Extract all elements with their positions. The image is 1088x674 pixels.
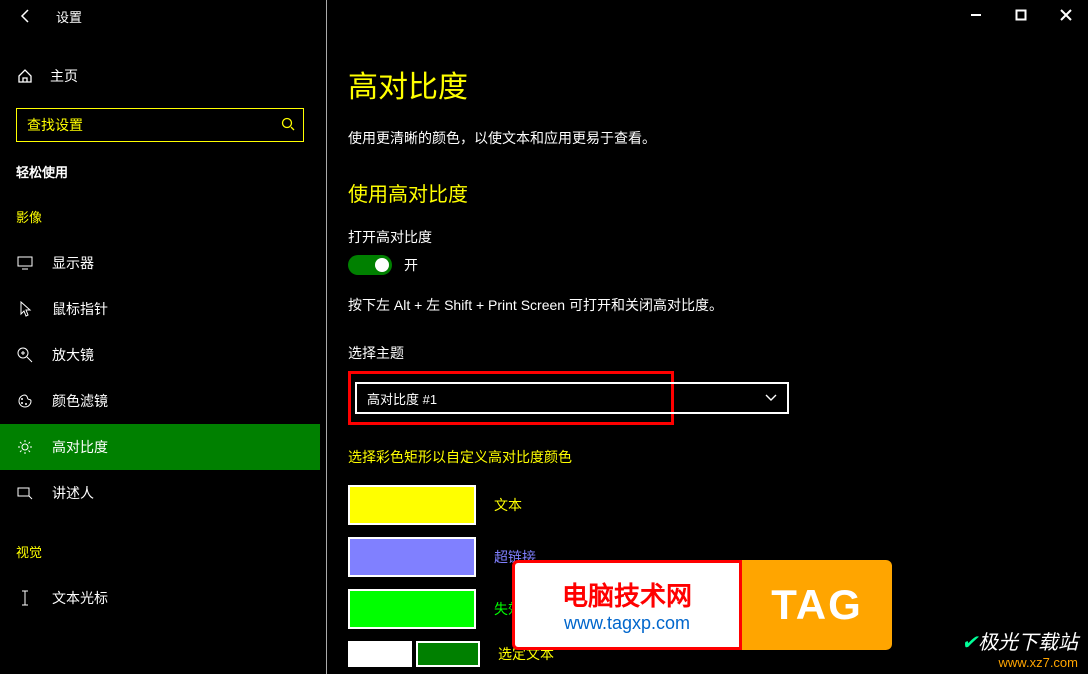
sidebar-item-narrator[interactable]: 讲述人	[0, 470, 320, 516]
nav-label: 放大镜	[52, 345, 94, 365]
nav-label: 颜色滤镜	[52, 391, 108, 411]
color-row-text: 文本	[348, 485, 1088, 525]
corner-line1: ✔极光下载站	[961, 626, 1078, 655]
back-button[interactable]	[16, 6, 36, 26]
window-controls	[953, 0, 1088, 30]
sidebar-item-color-filters[interactable]: 颜色滤镜	[0, 378, 320, 424]
watermark-line1: 电脑技术网	[562, 576, 692, 613]
magnifier-icon	[16, 346, 34, 364]
theme-select[interactable]: 高对比度 #1	[355, 382, 789, 414]
toggle-state: 开	[404, 255, 418, 275]
watermark: 电脑技术网 www.tagxp.com TAG	[512, 560, 892, 650]
watermark-tag: TAG	[771, 581, 863, 629]
sidebar-item-mouse-pointer[interactable]: 鼠标指针	[0, 286, 320, 332]
text-cursor-icon	[16, 589, 34, 607]
color-label-text: 文本	[494, 495, 522, 515]
sidebar-item-text-cursor[interactable]: 文本光标	[0, 575, 320, 621]
page-subtitle: 使用更清晰的颜色，以使文本和应用更易于查看。	[348, 128, 1088, 148]
watermark-line2: www.tagxp.com	[564, 613, 690, 634]
sidebar-item-magnifier[interactable]: 放大镜	[0, 332, 320, 378]
page-title: 高对比度	[348, 62, 1088, 106]
sidebar-item-high-contrast[interactable]: 高对比度	[0, 424, 320, 470]
sidebar-item-display[interactable]: 显示器	[0, 240, 320, 286]
search-input[interactable]	[27, 117, 281, 133]
close-button[interactable]	[1043, 0, 1088, 30]
custom-colors-label: 选择彩色矩形以自定义高对比度颜色	[348, 447, 1088, 467]
nav-label: 显示器	[52, 253, 94, 273]
high-contrast-toggle[interactable]	[348, 255, 392, 275]
theme-label: 选择主题	[348, 343, 1088, 363]
toggle-label: 打开高对比度	[348, 227, 1088, 247]
chevron-down-icon	[765, 391, 777, 405]
watermark-left: 电脑技术网 www.tagxp.com	[512, 560, 742, 650]
theme-value: 高对比度 #1	[367, 389, 437, 408]
title-bar: 设置	[0, 0, 1088, 32]
home-link[interactable]: 主页	[0, 60, 320, 92]
palette-icon	[16, 392, 34, 410]
section-label: 轻松使用	[0, 162, 320, 181]
window-title: 设置	[56, 7, 82, 26]
corner-line2: www.xz7.com	[961, 655, 1078, 670]
theme-highlight: 高对比度 #1	[348, 371, 674, 425]
corner-watermark: ✔极光下载站 www.xz7.com	[961, 626, 1078, 670]
home-label: 主页	[50, 66, 78, 86]
group-label-vision: 影像	[0, 207, 320, 226]
nav-label: 文本光标	[52, 588, 108, 608]
monitor-icon	[16, 254, 34, 272]
shortcut-hint: 按下左 Alt + 左 Shift + Print Screen 可打开和关闭高…	[348, 295, 1088, 315]
swatch-selected-bg[interactable]	[416, 641, 480, 667]
swatch-selected-fg[interactable]	[348, 641, 412, 667]
cursor-icon	[16, 300, 34, 318]
brightness-icon	[16, 438, 34, 456]
nav-label: 高对比度	[52, 437, 108, 457]
sidebar: 主页 轻松使用 影像 显示器 鼠标指针 放大镜 颜色滤镜 高对比度	[0, 32, 320, 674]
swatch-disabled[interactable]	[348, 589, 476, 629]
minimize-button[interactable]	[953, 0, 998, 30]
home-icon	[16, 67, 34, 85]
maximize-button[interactable]	[998, 0, 1043, 30]
narrator-icon	[16, 484, 34, 502]
nav-label: 鼠标指针	[52, 299, 108, 319]
nav-label: 讲述人	[52, 483, 94, 503]
search-icon	[281, 117, 295, 134]
swatch-text[interactable]	[348, 485, 476, 525]
group-label-visual: 视觉	[0, 542, 320, 561]
section-header: 使用高对比度	[348, 178, 1088, 207]
watermark-right: TAG	[742, 560, 892, 650]
search-box[interactable]	[16, 108, 304, 142]
swatch-hyperlink[interactable]	[348, 537, 476, 577]
